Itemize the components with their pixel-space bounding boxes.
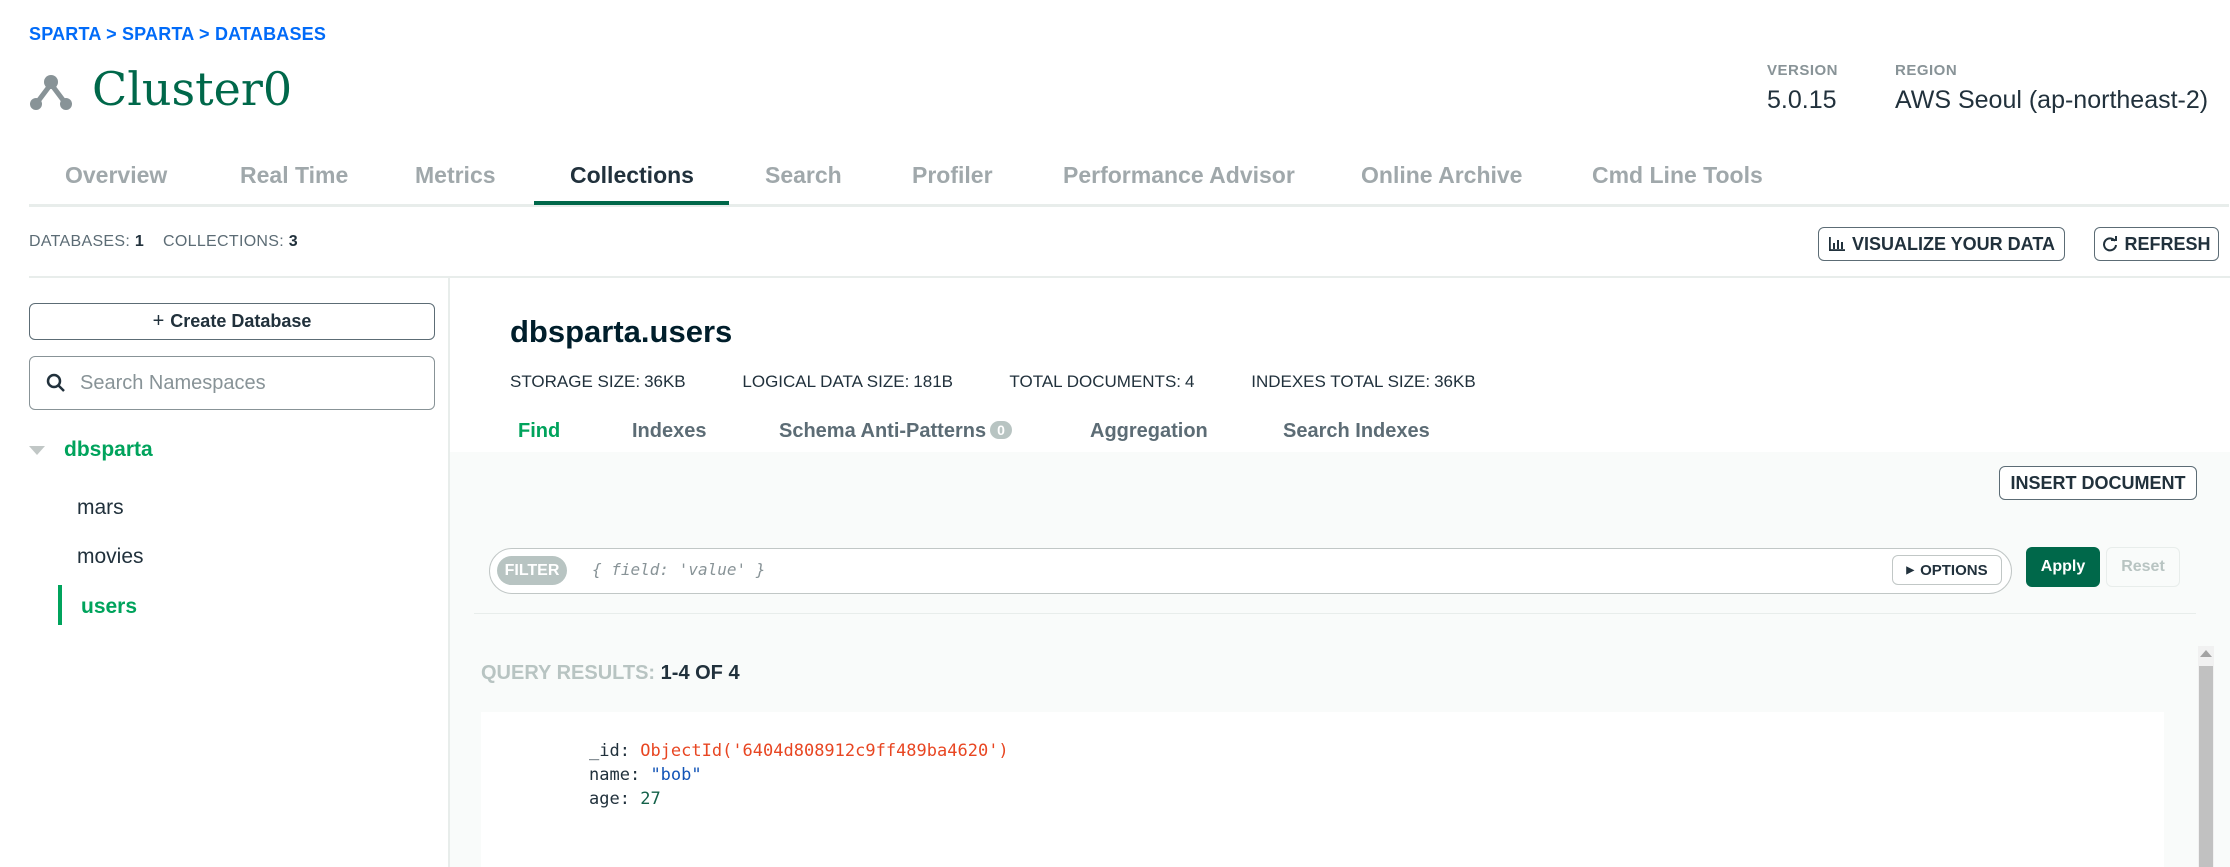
tab-cmd-line-tools[interactable]: Cmd Line Tools <box>1592 162 1763 189</box>
sidebar-collection-users[interactable]: users <box>81 595 137 619</box>
tab-online-archive[interactable]: Online Archive <box>1361 162 1522 189</box>
search-icon <box>46 373 65 392</box>
create-database-label: Create Database <box>170 311 312 331</box>
schema-count-badge: 0 <box>990 421 1012 439</box>
bar-chart-icon <box>1828 237 1845 251</box>
sidebar-collection-mars[interactable]: mars <box>77 496 124 520</box>
field-key: age: <box>589 789 630 809</box>
namespace-title: dbsparta.users <box>510 314 733 349</box>
refresh-icon <box>2103 236 2118 252</box>
indexes-size-stat: INDEXES TOTAL SIZE: 36KB <box>1251 372 1501 391</box>
insert-document-button[interactable]: INSERT DOCUMENT <box>1999 466 2197 500</box>
collections-count-label: COLLECTIONS: <box>163 233 285 250</box>
document-field-age: age: 27 <box>589 789 661 809</box>
total-documents-value: 4 <box>1185 372 1195 391</box>
query-results-range: 1-4 OF 4 <box>660 662 740 684</box>
tab-collections[interactable]: Collections <box>570 162 694 189</box>
schema-anti-patterns-label: Schema Anti-Patterns <box>779 420 987 442</box>
database-counts: DATABASES: 1 COLLECTIONS: 3 <box>29 233 298 251</box>
document-field-name: name: "bob" <box>589 765 702 785</box>
subtab-find[interactable]: Find <box>518 420 560 443</box>
apply-button[interactable]: Apply <box>2026 547 2100 587</box>
field-value: 27 <box>640 789 661 809</box>
region-label: REGION <box>1895 62 1958 79</box>
databases-count-label: DATABASES: <box>29 233 131 250</box>
version-value: 5.0.15 <box>1767 86 1837 114</box>
filter-divider <box>474 613 2196 614</box>
tab-search[interactable]: Search <box>765 162 842 189</box>
document-field-id: _id: ObjectId('6404d808912c9ff489ba4620'… <box>589 741 1009 761</box>
subtab-search-indexes[interactable]: Search Indexes <box>1283 420 1430 443</box>
active-collection-indicator <box>58 585 62 625</box>
search-namespaces[interactable] <box>29 356 435 410</box>
breadcrumb[interactable]: SPARTA > SPARTA > DATABASES <box>29 24 326 45</box>
total-documents-stat: TOTAL DOCUMENTS: 4 <box>1009 372 1220 391</box>
collections-count-value: 3 <box>288 233 298 250</box>
logical-size-stat: LOGICAL DATA SIZE: 181B <box>742 372 979 391</box>
refresh-button[interactable]: REFRESH <box>2094 227 2219 261</box>
sidebar-collection-movies[interactable]: movies <box>77 545 144 569</box>
caret-right-icon: ▶ <box>1906 564 1915 576</box>
storage-size-value: 36KB <box>644 372 686 391</box>
tab-profiler[interactable]: Profiler <box>912 162 993 189</box>
filter-input[interactable] <box>590 559 1794 580</box>
indexes-size-label: INDEXES TOTAL SIZE: <box>1251 372 1431 391</box>
collection-stats: STORAGE SIZE: 36KB LOGICAL DATA SIZE: 181B… <box>510 372 1528 392</box>
visualize-data-label: VISUALIZE YOUR DATA <box>1851 233 2055 254</box>
create-database-button[interactable]: + Create Database <box>29 303 435 340</box>
plus-icon: + <box>152 310 165 332</box>
visualize-data-button[interactable]: VISUALIZE YOUR DATA <box>1818 227 2065 261</box>
query-results-summary: QUERY RESULTS: 1-4 OF 4 <box>481 662 740 685</box>
subtab-schema-anti-patterns[interactable]: Schema Anti-Patterns 0 <box>779 420 1012 443</box>
sidebar-database-dbsparta[interactable]: dbsparta <box>64 438 153 462</box>
tab-real-time[interactable]: Real Time <box>240 162 348 189</box>
subtab-aggregation[interactable]: Aggregation <box>1090 420 1208 443</box>
storage-size-label: STORAGE SIZE: <box>510 372 641 391</box>
region-value: AWS Seoul (ap-northeast-2) <box>1895 86 2209 114</box>
header-divider <box>29 276 2230 278</box>
tab-overview[interactable]: Overview <box>65 162 167 189</box>
version-label: VERSION <box>1767 62 1839 79</box>
tab-performance-advisor[interactable]: Performance Advisor <box>1063 162 1295 189</box>
field-value: ObjectId('6404d808912c9ff489ba4620') <box>640 741 1009 761</box>
indexes-size-value: 36KB <box>1434 372 1476 391</box>
options-button[interactable]: ▶ OPTIONS <box>1892 555 2002 585</box>
options-label: OPTIONS <box>1920 561 1988 579</box>
filter-pill: FILTER <box>497 556 567 585</box>
field-key: _id: <box>589 741 630 761</box>
field-value: "bob" <box>650 765 702 785</box>
field-key: name: <box>589 765 641 785</box>
reset-button[interactable]: Reset <box>2106 547 2180 587</box>
cluster-icon <box>30 75 72 110</box>
filter-bar: FILTER ▶ OPTIONS <box>489 548 2012 594</box>
storage-size-stat: STORAGE SIZE: 36KB <box>510 372 712 391</box>
active-tab-indicator <box>534 201 729 205</box>
databases-count-value: 1 <box>134 233 145 250</box>
cluster-tabs: Overview Real Time Metrics Collections S… <box>29 150 2229 207</box>
logical-size-label: LOGICAL DATA SIZE: <box>742 372 910 391</box>
scrollbar-thumb[interactable] <box>2199 666 2213 867</box>
refresh-label: REFRESH <box>2124 233 2211 254</box>
query-results-label: QUERY RESULTS: <box>481 662 656 684</box>
total-documents-label: TOTAL DOCUMENTS: <box>1009 372 1182 391</box>
cluster-title: Cluster0 <box>92 62 293 116</box>
caret-down-icon[interactable] <box>29 446 45 455</box>
logical-size-value: 181B <box>913 372 953 391</box>
search-namespaces-input[interactable] <box>78 370 422 396</box>
scroll-up-arrow-icon[interactable] <box>2200 650 2212 657</box>
tab-metrics[interactable]: Metrics <box>415 162 496 189</box>
document-card[interactable]: _id: ObjectId('6404d808912c9ff489ba4620'… <box>481 712 2164 867</box>
subtab-indexes[interactable]: Indexes <box>632 420 706 443</box>
